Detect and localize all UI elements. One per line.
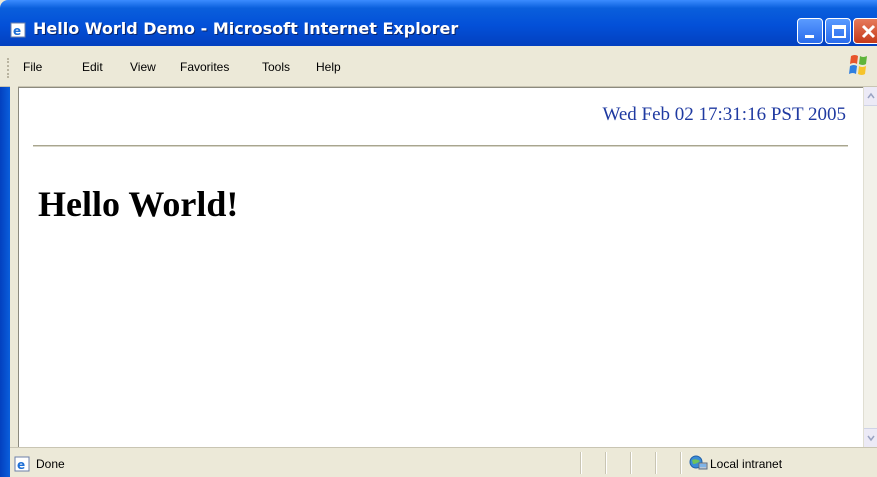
status-divider — [655, 452, 657, 474]
title-bar[interactable]: e Hello World Demo - Microsoft Internet … — [0, 0, 877, 46]
maximize-button[interactable] — [825, 18, 851, 44]
menu-edit[interactable]: Edit — [82, 60, 103, 74]
svg-text:e: e — [17, 458, 25, 472]
windows-flag-icon — [845, 50, 873, 80]
menu-view[interactable]: View — [130, 60, 156, 74]
ie-done-icon: e — [14, 456, 30, 472]
status-bar: e Done Local intranet — [10, 447, 877, 477]
scroll-down-button[interactable] — [864, 428, 877, 447]
page-content: Wed Feb 02 17:31:16 PST 2005 Hello World… — [18, 87, 864, 448]
toolbar-grip[interactable] — [7, 58, 12, 78]
minimize-button[interactable] — [797, 18, 823, 44]
browser-window: e Hello World Demo - Microsoft Internet … — [0, 0, 877, 477]
page-heading: Hello World! — [38, 184, 239, 224]
ie-page-icon: e — [10, 22, 26, 38]
status-divider — [605, 452, 607, 474]
scroll-up-button[interactable] — [864, 87, 877, 106]
menu-help[interactable]: Help — [316, 60, 341, 74]
vertical-scrollbar[interactable] — [863, 87, 877, 447]
status-divider — [630, 452, 632, 474]
window-frame-left — [0, 46, 10, 477]
local-intranet-icon — [688, 454, 708, 472]
content-frame-left — [10, 86, 18, 447]
menu-tools[interactable]: Tools — [262, 60, 290, 74]
status-divider — [680, 452, 682, 474]
status-text: Done — [36, 457, 65, 471]
menu-favorites[interactable]: Favorites — [180, 60, 229, 74]
horizontal-rule — [33, 145, 848, 147]
svg-text:e: e — [13, 24, 21, 38]
page-timestamp: Wed Feb 02 17:31:16 PST 2005 — [602, 104, 846, 125]
window-title: Hello World Demo - Microsoft Internet Ex… — [33, 19, 459, 38]
menu-bar: File Edit View Favorites Tools Help — [0, 46, 877, 87]
close-button[interactable] — [853, 18, 877, 44]
status-divider — [580, 452, 582, 474]
menu-file[interactable]: File — [23, 60, 42, 74]
security-zone-label: Local intranet — [710, 457, 783, 471]
